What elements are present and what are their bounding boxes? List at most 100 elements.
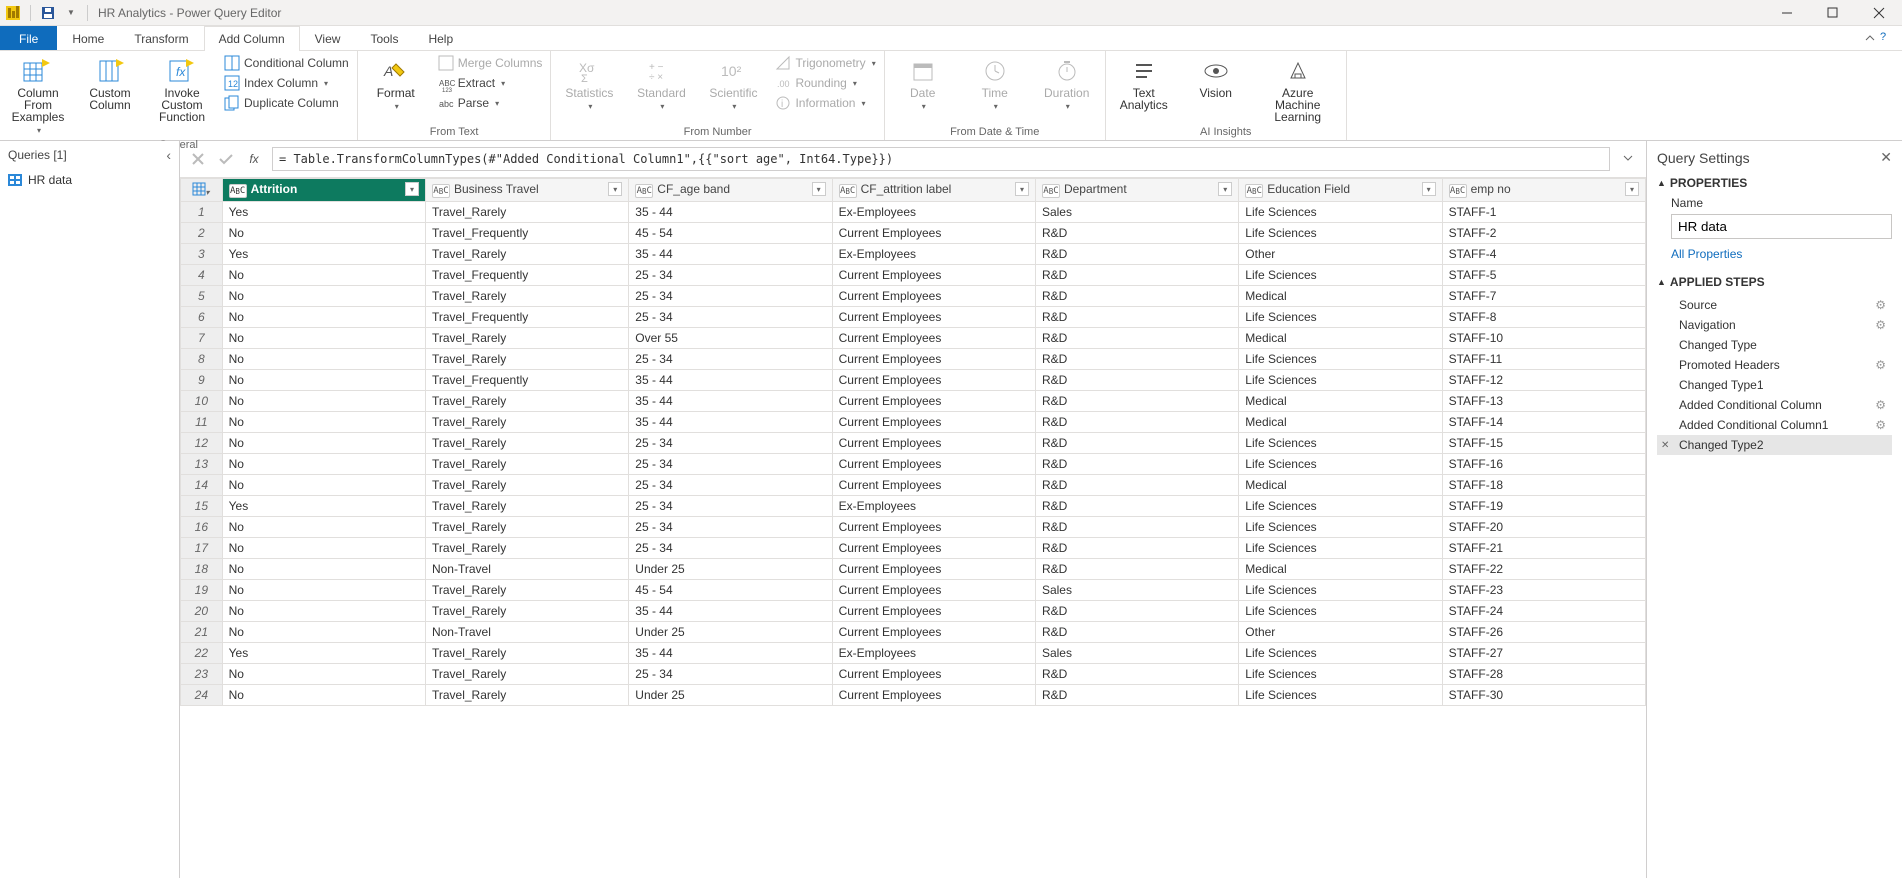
cell[interactable]: Life Sciences — [1239, 685, 1442, 706]
cell[interactable]: R&D — [1035, 244, 1238, 265]
table-row[interactable]: 22YesTravel_Rarely35 - 44Ex-EmployeesSal… — [181, 643, 1646, 664]
cell[interactable]: 35 - 44 — [629, 601, 832, 622]
filter-dropdown-icon[interactable]: ▾ — [1218, 182, 1232, 196]
cell[interactable]: Life Sciences — [1239, 580, 1442, 601]
custom-column-button[interactable]: Custom Column — [80, 55, 140, 111]
row-number[interactable]: 19 — [181, 580, 223, 601]
column-from-examples-button[interactable]: Column From Examples▾ — [8, 55, 68, 137]
all-properties-link[interactable]: All Properties — [1671, 247, 1892, 261]
cell[interactable]: Current Employees — [832, 223, 1035, 244]
duration-button[interactable]: Duration▾ — [1037, 55, 1097, 113]
cell[interactable]: STAFF-19 — [1442, 496, 1645, 517]
cell[interactable]: No — [222, 433, 425, 454]
fx-icon[interactable]: fx — [244, 149, 264, 169]
cell[interactable]: No — [222, 580, 425, 601]
cell[interactable]: Life Sciences — [1239, 601, 1442, 622]
applied-step[interactable]: Changed Type1 — [1657, 375, 1892, 395]
cell[interactable]: R&D — [1035, 496, 1238, 517]
parse-button[interactable]: abcParse▾ — [438, 95, 543, 111]
table-corner[interactable]: ▾ — [181, 179, 223, 202]
row-number[interactable]: 24 — [181, 685, 223, 706]
cell[interactable]: Travel_Rarely — [425, 643, 628, 664]
cell[interactable]: Over 55 — [629, 328, 832, 349]
cell[interactable]: 35 - 44 — [629, 370, 832, 391]
cell[interactable]: No — [222, 265, 425, 286]
cell[interactable]: No — [222, 622, 425, 643]
cell[interactable]: Current Employees — [832, 370, 1035, 391]
cell[interactable]: Travel_Rarely — [425, 601, 628, 622]
cell[interactable]: No — [222, 601, 425, 622]
applied-step[interactable]: Changed Type — [1657, 335, 1892, 355]
applied-step[interactable]: Added Conditional Column1⚙ — [1657, 415, 1892, 435]
cell[interactable]: Travel_Rarely — [425, 496, 628, 517]
close-button[interactable] — [1856, 0, 1902, 26]
cell[interactable]: Travel_Rarely — [425, 517, 628, 538]
table-row[interactable]: 1YesTravel_Rarely35 - 44Ex-EmployeesSale… — [181, 202, 1646, 223]
cell[interactable]: No — [222, 307, 425, 328]
cell[interactable]: 25 - 34 — [629, 265, 832, 286]
row-number[interactable]: 20 — [181, 601, 223, 622]
cell[interactable]: Ex-Employees — [832, 244, 1035, 265]
cell[interactable]: Current Employees — [832, 538, 1035, 559]
cell[interactable]: Current Employees — [832, 622, 1035, 643]
cell[interactable]: Travel_Rarely — [425, 286, 628, 307]
cell[interactable]: Under 25 — [629, 559, 832, 580]
gear-icon[interactable]: ⚙ — [1875, 398, 1886, 412]
cell[interactable]: Under 25 — [629, 685, 832, 706]
cell[interactable]: STAFF-18 — [1442, 475, 1645, 496]
cell[interactable]: STAFF-12 — [1442, 370, 1645, 391]
cell[interactable]: Current Employees — [832, 475, 1035, 496]
cell[interactable]: Current Employees — [832, 601, 1035, 622]
cell[interactable]: No — [222, 286, 425, 307]
cell[interactable]: R&D — [1035, 349, 1238, 370]
cell[interactable]: Current Employees — [832, 454, 1035, 475]
cell[interactable]: 35 - 44 — [629, 202, 832, 223]
table-row[interactable]: 24NoTravel_RarelyUnder 25Current Employe… — [181, 685, 1646, 706]
date-button[interactable]: Date▾ — [893, 55, 953, 113]
cell[interactable]: Current Employees — [832, 265, 1035, 286]
cell[interactable]: Travel_Rarely — [425, 349, 628, 370]
cell[interactable]: Travel_Rarely — [425, 244, 628, 265]
row-number[interactable]: 9 — [181, 370, 223, 391]
cell[interactable]: 25 - 34 — [629, 475, 832, 496]
statistics-button[interactable]: ΧσΣ Statistics▾ — [559, 55, 619, 113]
row-number[interactable]: 16 — [181, 517, 223, 538]
cell[interactable]: No — [222, 559, 425, 580]
cell[interactable]: Medical — [1239, 391, 1442, 412]
cell[interactable]: Travel_Frequently — [425, 265, 628, 286]
cell[interactable]: No — [222, 664, 425, 685]
text-analytics-button[interactable]: Text Analytics — [1114, 55, 1174, 111]
save-icon[interactable] — [39, 4, 57, 22]
cell[interactable]: Sales — [1035, 580, 1238, 601]
cell[interactable]: Non-Travel — [425, 559, 628, 580]
gear-icon[interactable]: ⚙ — [1875, 298, 1886, 312]
cell[interactable]: Yes — [222, 202, 425, 223]
applied-step[interactable]: Source⚙ — [1657, 295, 1892, 315]
tab-add-column[interactable]: Add Column — [204, 26, 300, 51]
row-number[interactable]: 12 — [181, 433, 223, 454]
column-header[interactable]: ABCAttrition▾ — [222, 179, 425, 202]
table-row[interactable]: 18NoNon-TravelUnder 25Current EmployeesR… — [181, 559, 1646, 580]
cell[interactable]: 25 - 34 — [629, 286, 832, 307]
table-row[interactable]: 11NoTravel_Rarely35 - 44Current Employee… — [181, 412, 1646, 433]
table-row[interactable]: 15YesTravel_Rarely25 - 34Ex-EmployeesR&D… — [181, 496, 1646, 517]
gear-icon[interactable]: ⚙ — [1875, 318, 1886, 332]
cell[interactable]: No — [222, 328, 425, 349]
tab-home[interactable]: Home — [57, 26, 119, 50]
cell[interactable]: Yes — [222, 643, 425, 664]
cell[interactable]: R&D — [1035, 601, 1238, 622]
row-number[interactable]: 18 — [181, 559, 223, 580]
table-row[interactable]: 2NoTravel_Frequently45 - 54Current Emplo… — [181, 223, 1646, 244]
cell[interactable]: Current Employees — [832, 286, 1035, 307]
cell[interactable]: STAFF-15 — [1442, 433, 1645, 454]
cell[interactable]: Current Employees — [832, 580, 1035, 601]
column-header[interactable]: ABCDepartment▾ — [1035, 179, 1238, 202]
cell[interactable]: R&D — [1035, 559, 1238, 580]
qat-dropdown-icon[interactable]: ▼ — [61, 4, 79, 22]
cell[interactable]: Current Employees — [832, 685, 1035, 706]
filter-dropdown-icon[interactable]: ▾ — [812, 182, 826, 196]
table-row[interactable]: 7NoTravel_RarelyOver 55Current Employees… — [181, 328, 1646, 349]
cell[interactable]: Travel_Rarely — [425, 580, 628, 601]
cell[interactable]: No — [222, 475, 425, 496]
cell[interactable]: Travel_Rarely — [425, 664, 628, 685]
